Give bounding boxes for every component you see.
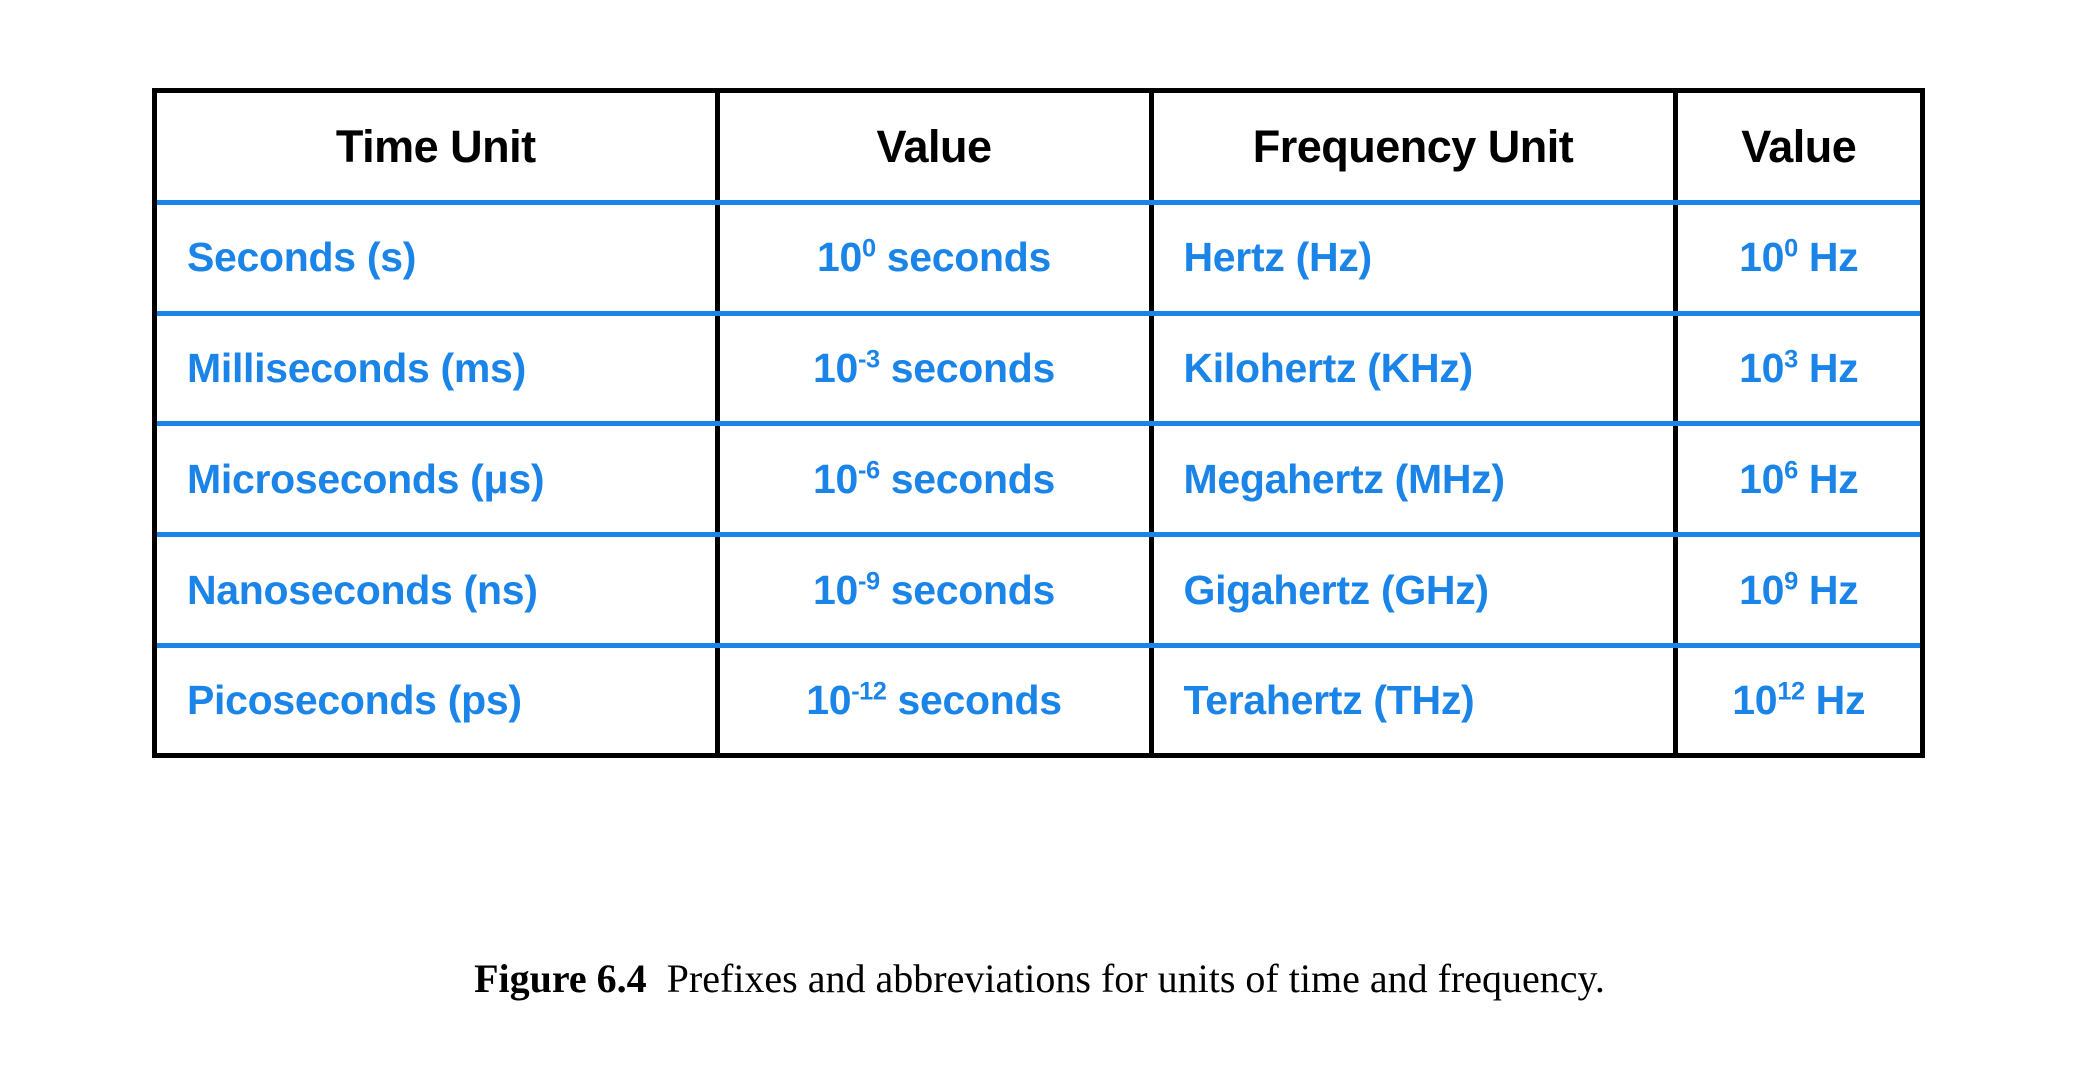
frequency-value-suffix: Hz [1804, 676, 1866, 723]
cell-frequency-value: 109 Hz [1675, 534, 1920, 648]
table-body: Seconds (s) 100 seconds Hertz (Hz) 100 H… [157, 202, 1920, 753]
time-value-exponent: 0 [862, 234, 876, 263]
time-value-exponent: -9 [858, 566, 880, 595]
time-value-suffix: seconds [879, 455, 1056, 502]
cell-time-value: 10-12 seconds [717, 645, 1154, 753]
column-header-frequency-value: Value [1675, 93, 1920, 205]
table-row: Picoseconds (ps) 10-12 seconds Terahertz… [157, 645, 1920, 753]
cell-frequency-unit: Gigahertz (GHz) [1151, 534, 1678, 648]
time-value-base: 10 [817, 234, 863, 281]
cell-time-unit: Nanoseconds (ns) [157, 534, 720, 648]
time-value-base: 10 [813, 455, 859, 502]
cell-time-value: 10-6 seconds [717, 423, 1154, 538]
cell-frequency-value: 1012 Hz [1675, 645, 1920, 753]
table-header-row: Time Unit Value Frequency Unit Value [157, 93, 1920, 205]
time-value-suffix: seconds [879, 566, 1056, 613]
units-table: Time Unit Value Frequency Unit Value Sec… [157, 93, 1920, 753]
frequency-value-suffix: Hz [1797, 345, 1859, 392]
frequency-value-exponent: 9 [1784, 566, 1798, 595]
cell-frequency-value: 106 Hz [1675, 423, 1920, 538]
time-value-exponent: -3 [858, 345, 880, 374]
frequency-value-exponent: 3 [1784, 345, 1798, 374]
column-header-time-value: Value [717, 93, 1154, 205]
frequency-value-base: 10 [1739, 345, 1785, 392]
frequency-value-exponent: 6 [1784, 456, 1798, 485]
column-header-frequency-unit: Frequency Unit [1151, 93, 1678, 205]
cell-frequency-unit: Hertz (Hz) [1151, 202, 1678, 316]
frequency-value-exponent: 12 [1777, 677, 1805, 706]
frequency-value-exponent: 0 [1784, 234, 1798, 263]
time-value-suffix: seconds [886, 676, 1063, 723]
cell-time-unit: Microseconds (μs) [157, 423, 720, 538]
cell-time-value: 100 seconds [717, 202, 1154, 316]
figure-caption: Figure 6.4 Prefixes and abbreviations fo… [0, 955, 2079, 1002]
frequency-value-suffix: Hz [1797, 234, 1859, 281]
frequency-value-suffix: Hz [1797, 455, 1859, 502]
table-header: Time Unit Value Frequency Unit Value [157, 93, 1920, 205]
time-value-base: 10 [813, 566, 859, 613]
table-row: Nanoseconds (ns) 10-9 seconds Gigahertz … [157, 534, 1920, 648]
frequency-value-suffix: Hz [1797, 566, 1859, 613]
cell-frequency-unit: Megahertz (MHz) [1151, 423, 1678, 538]
time-value-exponent: -12 [851, 677, 887, 706]
time-value-exponent: -6 [858, 456, 880, 485]
cell-frequency-unit: Kilohertz (KHz) [1151, 313, 1678, 427]
cell-time-value: 10-3 seconds [717, 313, 1154, 427]
frequency-value-base: 10 [1732, 676, 1778, 723]
frequency-value-base: 10 [1739, 234, 1785, 281]
cell-time-unit: Picoseconds (ps) [157, 645, 720, 753]
units-table-container: Time Unit Value Frequency Unit Value Sec… [152, 88, 1925, 758]
frequency-value-base: 10 [1739, 455, 1785, 502]
frequency-value-base: 10 [1739, 566, 1785, 613]
figure-caption-text: Prefixes and abbreviations for units of … [666, 956, 1605, 1001]
cell-frequency-value: 100 Hz [1675, 202, 1920, 316]
time-value-suffix: seconds [875, 234, 1052, 281]
cell-time-unit: Seconds (s) [157, 202, 720, 316]
figure-caption-label: Figure 6.4 [474, 956, 647, 1001]
time-value-base: 10 [813, 345, 859, 392]
cell-time-unit: Milliseconds (ms) [157, 313, 720, 427]
cell-frequency-value: 103 Hz [1675, 313, 1920, 427]
time-value-suffix: seconds [879, 345, 1056, 392]
cell-time-value: 10-9 seconds [717, 534, 1154, 648]
column-header-time-unit: Time Unit [157, 93, 720, 205]
cell-frequency-unit: Terahertz (THz) [1151, 645, 1678, 753]
table-row: Microseconds (μs) 10-6 seconds Megahertz… [157, 423, 1920, 538]
table-row: Seconds (s) 100 seconds Hertz (Hz) 100 H… [157, 202, 1920, 316]
table-row: Milliseconds (ms) 10-3 seconds Kilohertz… [157, 313, 1920, 427]
time-value-base: 10 [806, 676, 852, 723]
